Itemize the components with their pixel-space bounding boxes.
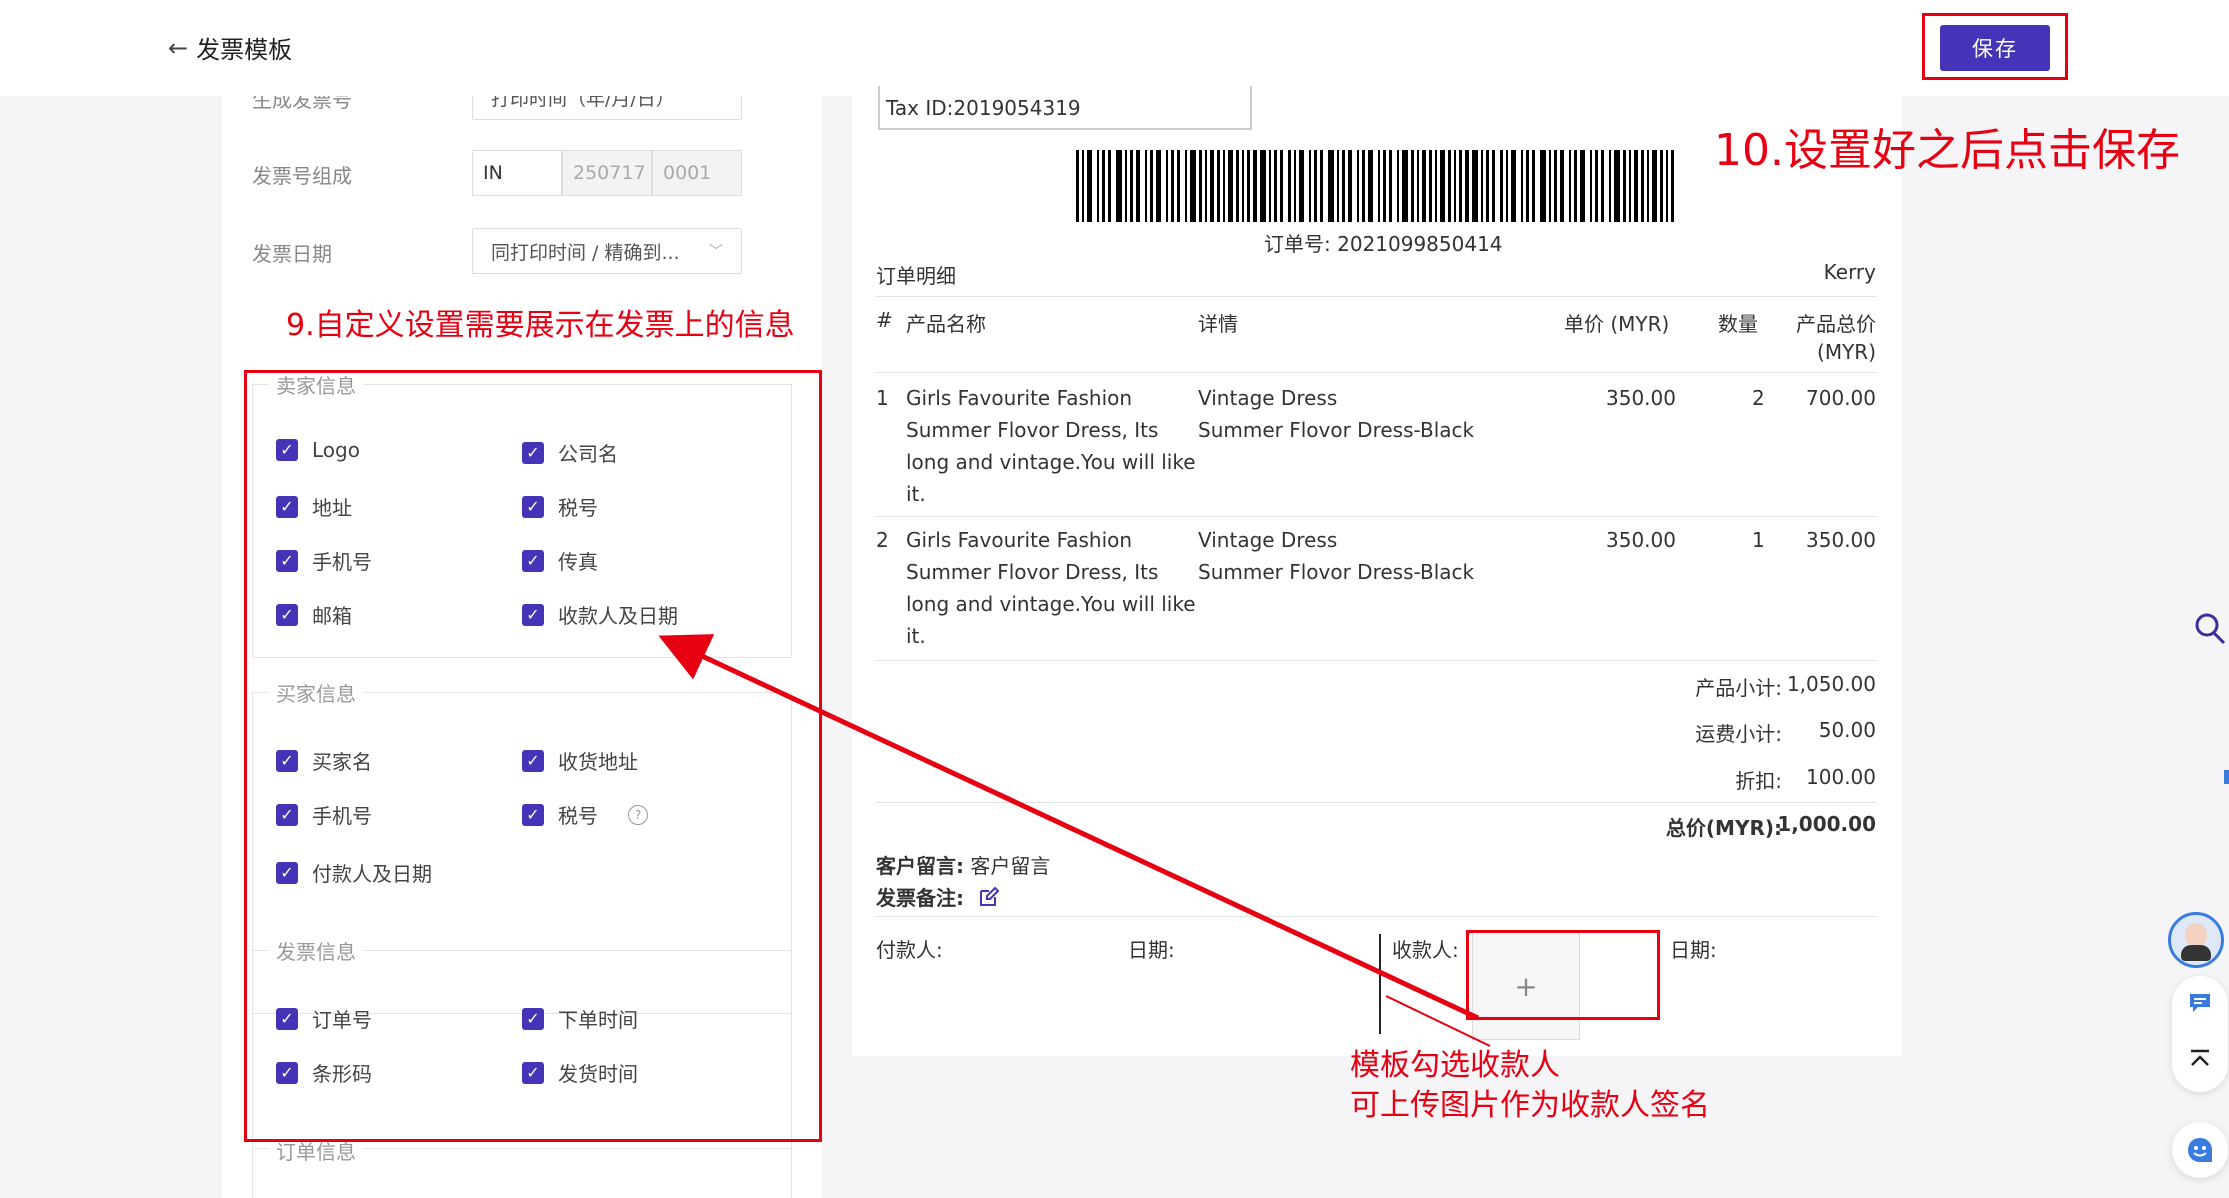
annotation-arrows: [658, 634, 1491, 1047]
avatar-body: [2181, 945, 2211, 961]
assistant-button[interactable]: [2172, 1122, 2228, 1178]
search-icon[interactable]: [2194, 612, 2226, 646]
annotation-arrow: [658, 634, 1480, 1021]
avatar-face: [2185, 923, 2207, 947]
floating-toolbar: [2172, 976, 2228, 1092]
smile-bot-icon: [2188, 1138, 2212, 1162]
chat-icon[interactable]: [2188, 992, 2212, 1014]
annotation-leader-line: [1385, 995, 1491, 1047]
side-tab-indicator[interactable]: [2224, 770, 2229, 784]
back-to-top-icon[interactable]: [2188, 1048, 2212, 1070]
support-avatar[interactable]: [2168, 912, 2224, 968]
